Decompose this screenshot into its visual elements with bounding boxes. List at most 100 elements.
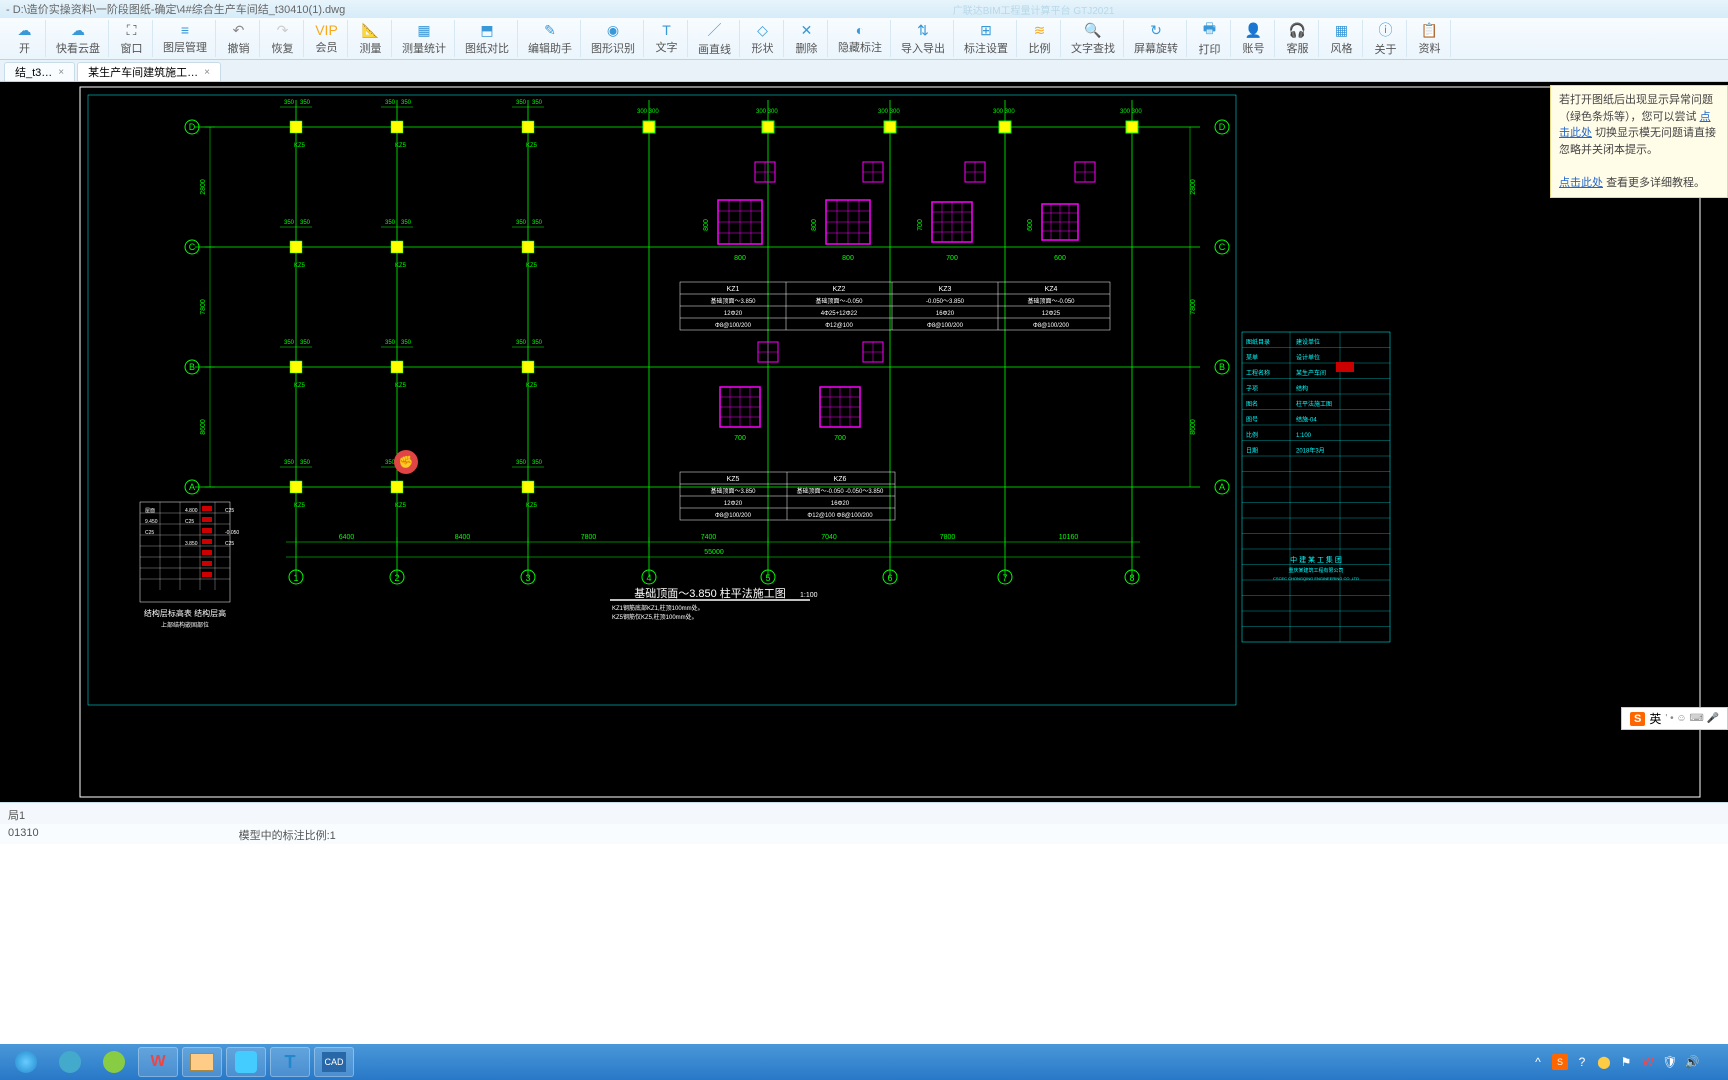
tray-sogou-icon[interactable]: S xyxy=(1552,1054,1568,1070)
ribbon-测量统计[interactable]: ▦测量统计 xyxy=(394,20,455,57)
ribbon-窗口[interactable]: ⛶窗口 xyxy=(111,20,153,57)
svg-text:350: 350 xyxy=(401,340,412,346)
ribbon-账号[interactable]: 👤账号 xyxy=(1233,20,1275,57)
svg-text:7400: 7400 xyxy=(701,534,717,541)
taskbar-app-1[interactable] xyxy=(50,1047,90,1077)
svg-text:300 300: 300 300 xyxy=(993,109,1015,115)
tab-close-icon[interactable]: × xyxy=(204,67,210,78)
ribbon-测量[interactable]: 📐测量 xyxy=(350,20,392,57)
svg-text:350: 350 xyxy=(385,340,396,346)
ribbon-图形识别[interactable]: ◉图形识别 xyxy=(583,20,644,57)
svg-text:9.450: 9.450 xyxy=(145,519,158,525)
svg-text:-0.050: -0.050 xyxy=(225,530,239,536)
svg-text:C25: C25 xyxy=(225,541,234,547)
tray-shield-icon[interactable]: 🛡 xyxy=(1662,1054,1678,1070)
scale-readout: 模型中的标注比例:1 xyxy=(239,827,336,841)
taskbar-app-2[interactable] xyxy=(94,1047,134,1077)
svg-text:4.800: 4.800 xyxy=(185,508,198,514)
ribbon-标注设置[interactable]: ⊞标注设置 xyxy=(956,20,1017,57)
ribbon-icon: VIP xyxy=(317,22,337,38)
svg-text:KZ1钢筋底部KZ1,柱顶100mm处。: KZ1钢筋底部KZ1,柱顶100mm处。 xyxy=(612,604,704,612)
svg-text:KZ5: KZ5 xyxy=(294,143,306,149)
tray-notif-icon[interactable]: ⬤ xyxy=(1596,1054,1612,1070)
ribbon-icon: 📐 xyxy=(361,22,381,39)
svg-text:Φ8@100/200: Φ8@100/200 xyxy=(715,513,752,519)
drawing-canvas[interactable]: 12345678DDCCBBAA350350KZ5350350KZ5350350… xyxy=(0,82,1728,802)
ribbon-删除[interactable]: ✕删除 xyxy=(786,20,828,57)
ribbon-开[interactable]: ☁开 xyxy=(4,20,46,57)
svg-text:300 300: 300 300 xyxy=(1120,109,1142,115)
svg-text:日期: 日期 xyxy=(1246,447,1258,455)
taskbar-cad[interactable]: CAD xyxy=(314,1047,354,1077)
tray-help-icon[interactable]: ? xyxy=(1574,1054,1590,1070)
svg-text:Φ8@100/200: Φ8@100/200 xyxy=(1033,323,1070,329)
tray-icon[interactable]: ^ xyxy=(1530,1054,1546,1070)
ribbon-编辑助手[interactable]: ✎编辑助手 xyxy=(520,20,581,57)
ime-indicator[interactable]: S 英 ' • ☺ ⌨ 🎤 xyxy=(1621,707,1728,730)
ribbon-导入导出[interactable]: ⇅导入导出 xyxy=(893,20,954,57)
svg-text:350: 350 xyxy=(401,100,412,106)
system-tray[interactable]: ^ S ? ⬤ ⚑ W 🛡 🔊 xyxy=(1530,1054,1722,1070)
windows-taskbar[interactable]: W T CAD ^ S ? ⬤ ⚑ W 🛡 🔊 xyxy=(0,1044,1728,1080)
ribbon-打印[interactable]: 🖶打印 xyxy=(1189,20,1231,57)
taskbar-explorer[interactable] xyxy=(182,1047,222,1077)
document-tab[interactable]: 某生产车间建筑施工…× xyxy=(77,62,221,81)
ime-logo-icon: S xyxy=(1630,712,1645,726)
ribbon-资料[interactable]: 📋资料 xyxy=(1409,20,1451,57)
ribbon-客服[interactable]: 🎧客服 xyxy=(1277,20,1319,57)
ribbon-文字查找[interactable]: 🔍文字查找 xyxy=(1063,20,1124,57)
svg-text:300 300: 300 300 xyxy=(637,109,659,115)
ribbon-关于[interactable]: ⓘ关于 xyxy=(1365,20,1407,57)
document-tab[interactable]: 结_t3…× xyxy=(4,62,75,81)
tip-link-2[interactable]: 点击此处 xyxy=(1559,177,1603,189)
svg-text:KZ5: KZ5 xyxy=(294,503,306,509)
tray-vol-icon[interactable]: 🔊 xyxy=(1684,1054,1700,1070)
ribbon-icon: T xyxy=(657,22,677,38)
taskbar-app-3[interactable] xyxy=(226,1047,266,1077)
svg-text:设计单位: 设计单位 xyxy=(1296,354,1320,362)
ribbon-会员[interactable]: VIP会员 xyxy=(306,20,348,57)
tray-flag-icon[interactable]: ⚑ xyxy=(1618,1054,1634,1070)
svg-text:16Φ20: 16Φ20 xyxy=(831,501,850,507)
svg-text:6: 6 xyxy=(887,573,892,583)
svg-text:基础顶面～3.850: 基础顶面～3.850 xyxy=(710,487,756,495)
ribbon-文字[interactable]: T文字 xyxy=(646,20,688,57)
ribbon-恢复[interactable]: ↷恢复 xyxy=(262,20,304,57)
ribbon-隐藏标注[interactable]: ◐隐藏标注 xyxy=(830,20,891,57)
svg-text:350: 350 xyxy=(300,340,311,346)
svg-text:C25: C25 xyxy=(145,530,154,536)
svg-text:4: 4 xyxy=(646,573,651,583)
taskbar-app-4[interactable]: T xyxy=(270,1047,310,1077)
ribbon-比例[interactable]: ≋比例 xyxy=(1019,20,1061,57)
svg-text:350: 350 xyxy=(300,460,311,466)
svg-text:1:100: 1:100 xyxy=(1296,433,1312,439)
ribbon-icon: ⓘ xyxy=(1376,20,1396,40)
svg-text:基础顶面～-0.050: 基础顶面～-0.050 xyxy=(815,297,863,305)
svg-text:重庆某建筑工程有限公司: 重庆某建筑工程有限公司 xyxy=(1288,567,1343,574)
svg-text:KZ2: KZ2 xyxy=(833,286,846,293)
ribbon-风格[interactable]: ▦风格 xyxy=(1321,20,1363,57)
tray-clock[interactable] xyxy=(1706,1054,1722,1070)
svg-text:结构: 结构 xyxy=(1296,385,1308,393)
svg-text:350: 350 xyxy=(516,220,527,226)
svg-text:700: 700 xyxy=(834,435,846,442)
ribbon-icon: ◇ xyxy=(753,22,773,39)
ribbon-图层管理[interactable]: ≡图层管理 xyxy=(155,20,216,57)
tab-close-icon[interactable]: × xyxy=(58,67,64,78)
ribbon-icon: 🎧 xyxy=(1288,22,1308,39)
svg-text:Φ12@100: Φ12@100 xyxy=(825,323,853,329)
ribbon-撤销[interactable]: ↶撤销 xyxy=(218,20,260,57)
start-button[interactable] xyxy=(6,1047,46,1077)
ribbon-形状[interactable]: ◇形状 xyxy=(742,20,784,57)
ribbon-画直线[interactable]: ／画直线 xyxy=(690,20,740,57)
ribbon-icon: ⇅ xyxy=(913,22,933,39)
ribbon-icon: ▦ xyxy=(414,22,434,39)
ribbon-图纸对比[interactable]: ⬒图纸对比 xyxy=(457,20,518,57)
tray-wps-icon[interactable]: W xyxy=(1640,1054,1656,1070)
svg-text:800: 800 xyxy=(703,219,710,231)
ribbon-快看云盘[interactable]: ☁快看云盘 xyxy=(48,20,109,57)
svg-text:7: 7 xyxy=(1002,573,1007,583)
taskbar-wps[interactable]: W xyxy=(138,1047,178,1077)
ribbon-屏幕旋转[interactable]: ↻屏幕旋转 xyxy=(1126,20,1187,57)
svg-text:4Φ25+12Φ22: 4Φ25+12Φ22 xyxy=(821,311,858,317)
